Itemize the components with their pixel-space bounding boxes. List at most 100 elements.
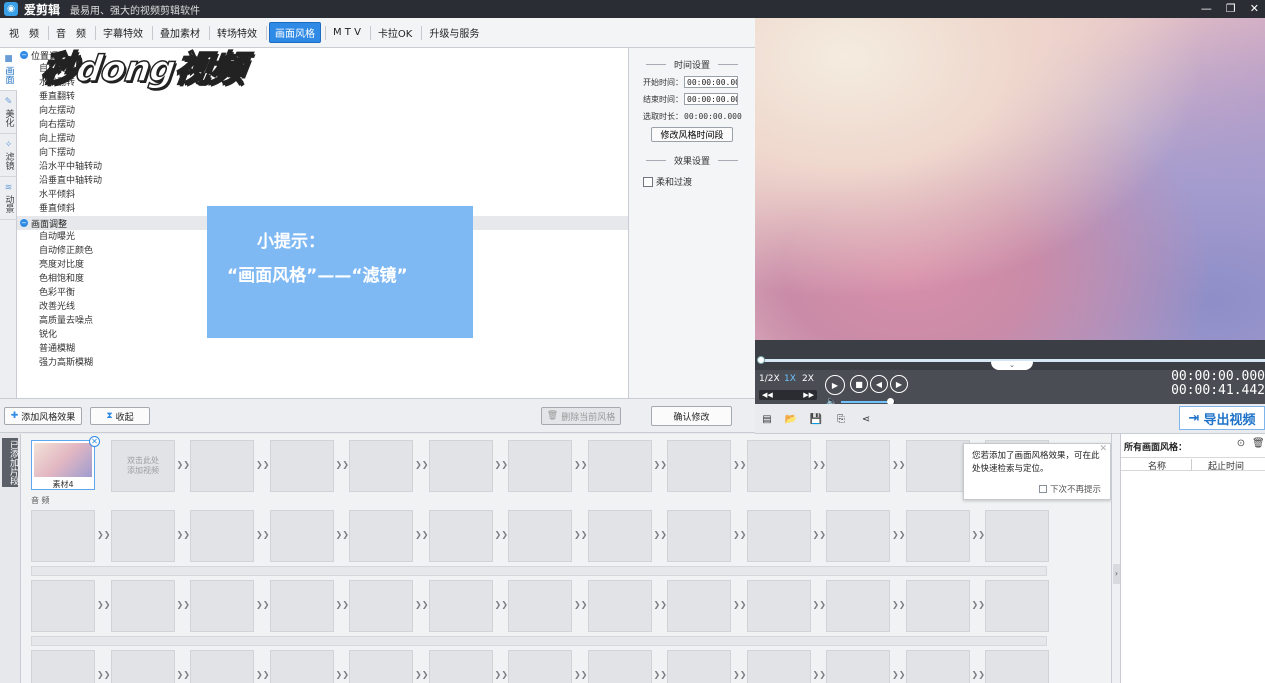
effect-item[interactable]: 向下摆动 — [17, 146, 628, 160]
empty-clip-slot[interactable] — [428, 440, 493, 492]
save-as-icon[interactable]: ⎘ — [834, 414, 848, 426]
empty-clip-slot[interactable] — [746, 510, 811, 562]
empty-clip-slot[interactable] — [269, 440, 334, 492]
jog-shuttle[interactable]: ◀◀ ▶▶ — [759, 390, 817, 400]
effect-item[interactable]: 强力高斯模糊 — [17, 356, 628, 370]
empty-clip-slot[interactable] — [269, 650, 334, 683]
tab-motion-scene[interactable]: ≋ 动景 — [0, 177, 17, 220]
empty-clip-slot[interactable] — [508, 650, 572, 683]
share-icon[interactable]: ⋖ — [859, 414, 873, 426]
confirm-button[interactable]: 确认修改 — [651, 406, 732, 426]
empty-clip-slot[interactable] — [508, 510, 572, 562]
dont-show-checkbox[interactable] — [1038, 485, 1047, 493]
effect-item[interactable]: 向右摆动 — [17, 118, 628, 132]
empty-clip-slot[interactable] — [428, 580, 493, 632]
add-effect-button[interactable]: ✚ 添加风格效果 — [4, 407, 82, 425]
empty-clip-slot[interactable] — [667, 440, 731, 492]
empty-clip-slot[interactable] — [826, 440, 890, 492]
empty-clip-slot[interactable] — [826, 650, 890, 683]
restore-button[interactable]: ❐ — [1226, 0, 1236, 18]
empty-clip-slot[interactable] — [349, 650, 413, 683]
empty-clip-slot[interactable] — [269, 510, 334, 562]
close-button[interactable]: ✕ — [1250, 0, 1259, 18]
effect-item[interactable]: 向上摆动 — [17, 132, 628, 146]
menu-mtv[interactable]: M T V — [328, 25, 366, 40]
empty-clip-slot[interactable] — [587, 650, 652, 683]
locate-icon[interactable]: ⊙ — [1235, 438, 1247, 450]
empty-clip-slot[interactable] — [190, 440, 254, 492]
empty-clip-slot[interactable] — [905, 650, 970, 683]
collapse-icon[interactable]: − — [20, 219, 28, 227]
minimize-button[interactable]: — — [1201, 0, 1212, 18]
added-clips-tab[interactable]: 已添加片段 — [0, 434, 21, 683]
progress-handle[interactable] — [757, 356, 765, 364]
dont-show-again[interactable]: 下次不再提示 — [1038, 483, 1101, 495]
empty-clip-slot[interactable] — [31, 580, 95, 632]
empty-clip-slot[interactable] — [190, 510, 254, 562]
new-project-icon[interactable]: ▤ — [760, 414, 774, 426]
menu-video[interactable]: 视 频 — [4, 23, 44, 42]
chevron-down-icon[interactable]: ⌄ — [991, 361, 1033, 370]
soft-transition-checkbox[interactable] — [643, 176, 653, 187]
play-button[interactable]: ▶ — [825, 375, 845, 395]
remove-clip-icon[interactable]: ✕ — [89, 436, 100, 447]
collapse-button[interactable]: ⧗ 收起 — [90, 407, 150, 425]
clip-thumbnail[interactable]: 素材4 ✕ — [31, 436, 100, 490]
end-time-input[interactable] — [684, 93, 738, 105]
menu-karaoke[interactable]: 卡拉OK — [373, 23, 417, 42]
tab-beautify[interactable]: ✎ 美化 — [0, 91, 17, 134]
export-video-button[interactable]: ⇥ 导出视频 — [1179, 406, 1265, 430]
empty-clip-slot[interactable] — [985, 580, 1049, 632]
empty-clip-slot[interactable] — [587, 440, 652, 492]
empty-clip-slot[interactable] — [667, 510, 731, 562]
tab-filter[interactable]: ✧ 滤镜 — [0, 134, 17, 177]
effect-item[interactable]: 普通模糊 — [17, 342, 628, 356]
empty-clip-slot[interactable] — [428, 510, 493, 562]
menu-picture-style[interactable]: 画面风格 — [269, 22, 321, 43]
effect-item[interactable]: 沿水平中轴转动 — [17, 160, 628, 174]
empty-clip-slot[interactable] — [667, 580, 731, 632]
empty-clip-slot[interactable] — [508, 580, 572, 632]
soft-transition-option[interactable]: 柔和过渡 — [643, 175, 755, 188]
empty-clip-slot[interactable] — [905, 580, 970, 632]
collapse-icon[interactable]: − — [20, 51, 28, 59]
empty-clip-slot[interactable] — [190, 650, 254, 683]
prev-frame-button[interactable]: ◀ — [870, 375, 888, 393]
modify-time-button[interactable]: 修改风格时间段 — [651, 127, 733, 142]
speed-double[interactable]: 2X — [802, 374, 814, 384]
empty-clip-slot[interactable] — [826, 580, 890, 632]
playback-progress[interactable]: ⌄ — [755, 340, 1265, 370]
save-icon[interactable]: 💾 — [809, 414, 823, 426]
empty-clip-slot[interactable] — [667, 650, 731, 683]
effect-item[interactable]: 垂直翻转 — [17, 90, 628, 104]
empty-clip-slot[interactable] — [428, 650, 493, 683]
speed-half[interactable]: 1/2X — [759, 374, 780, 384]
delete-current-button[interactable]: 🗑 删除当前风格 — [541, 407, 621, 425]
empty-clip-slot[interactable] — [349, 510, 413, 562]
empty-clip-slot[interactable] — [587, 580, 652, 632]
empty-clip-slot[interactable] — [746, 650, 811, 683]
expand-arrow-icon[interactable]: › — [1113, 564, 1120, 584]
stop-button[interactable]: ■ — [850, 375, 868, 393]
empty-clip-slot[interactable] — [190, 580, 254, 632]
empty-clip-slot[interactable] — [31, 650, 95, 683]
empty-clip-slot[interactable] — [905, 510, 970, 562]
empty-clip-slot[interactable] — [349, 440, 413, 492]
empty-clip-slot[interactable] — [985, 510, 1049, 562]
empty-clip-slot[interactable] — [508, 440, 572, 492]
forward-icon[interactable]: ▶▶ — [803, 390, 814, 400]
empty-clip-slot[interactable] — [746, 440, 811, 492]
trash-icon[interactable]: 🗑 — [1252, 438, 1265, 450]
empty-clip-slot[interactable] — [110, 510, 175, 562]
empty-clip-slot[interactable] — [905, 440, 970, 492]
effect-item[interactable]: 沿垂直中轴转动 — [17, 174, 628, 188]
empty-clip-slot[interactable] — [349, 580, 413, 632]
empty-clip-slot[interactable] — [587, 510, 652, 562]
rewind-icon[interactable]: ◀◀ — [762, 390, 773, 400]
empty-clip-slot[interactable] — [110, 580, 175, 632]
empty-clip-slot[interactable] — [110, 650, 175, 683]
empty-clip-slot[interactable] — [269, 580, 334, 632]
menu-upgrade[interactable]: 升级与服务 — [424, 23, 484, 42]
effect-item[interactable]: 向左摆动 — [17, 104, 628, 118]
empty-clip-slot[interactable] — [31, 510, 95, 562]
